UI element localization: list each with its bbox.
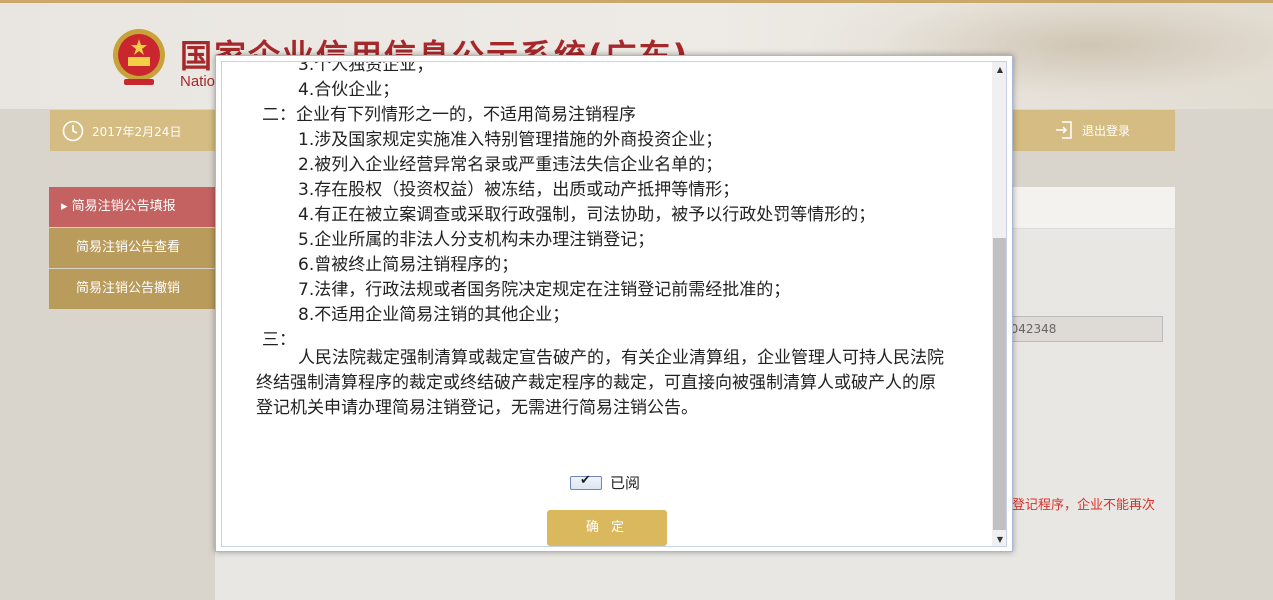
sidebar-menu: ▸ 简易注销公告填报 简易注销公告查看 简易注销公告撤销	[49, 187, 215, 310]
sidebar-item-announcement-revoke[interactable]: 简易注销公告撤销	[49, 269, 215, 309]
date-display: 2017年2月24日	[62, 120, 181, 142]
vertical-scrollbar[interactable]: ▲ ▼	[992, 62, 1006, 546]
notice-line: 3.存在股权（投资权益）被冻结，出质或动产抵押等情形；	[298, 180, 740, 200]
clock-icon	[62, 120, 84, 142]
sidebar-item-announcement-view[interactable]: 简易注销公告查看	[49, 228, 215, 268]
notice-line: 7.法律，行政法规或者国务院决定规定在注销登记前需经批准的；	[298, 280, 791, 300]
sidebar-item-label: 简易注销公告查看	[76, 240, 181, 255]
read-checkbox-label: 已阅	[610, 474, 641, 492]
dialog-body: 3.个人独资企业； 4.合伙企业； 二：企业有下列情形之一的，不适用简易注销程序…	[221, 61, 1007, 547]
site-subtitle: Natio	[180, 73, 216, 90]
active-arrow-icon: ▸	[61, 199, 68, 214]
scroll-up-arrow-icon[interactable]: ▲	[992, 62, 1006, 78]
notice-section-heading: 二：企业有下列情形之一的，不适用简易注销程序	[262, 105, 636, 125]
notice-line: 4.有正在被立案调查或采取行政强制，司法协助，被予以行政处罚等情形的；	[298, 205, 876, 225]
notice-line: 3.个人独资企业；	[298, 61, 434, 75]
sidebar-item-label: 简易注销公告撤销	[76, 281, 181, 296]
notice-dialog: 3.个人独资企业； 4.合伙企业； 二：企业有下列情形之一的，不适用简易注销程序…	[215, 55, 1013, 552]
notice-line: 4.合伙企业；	[298, 80, 400, 100]
warning-note: 登记程序，企业不能再次	[1012, 498, 1156, 513]
logout-label: 退出登录	[1082, 123, 1131, 138]
national-emblem-icon	[113, 29, 165, 85]
current-date: 2017年2月24日	[92, 124, 182, 139]
scrollbar-thumb[interactable]	[993, 238, 1006, 530]
read-confirm-row: ✔ 已阅	[570, 472, 640, 493]
notice-line: 2.被列入企业经营异常名录或严重违法失信企业名单的；	[298, 155, 723, 175]
dialog-scroll-content[interactable]: 3.个人独资企业； 4.合伙企业； 二：企业有下列情形之一的，不适用简易注销程序…	[222, 61, 992, 546]
notice-line: 8.不适用企业简易注销的其他企业；	[298, 305, 570, 325]
sidebar-item-announcement-fill[interactable]: ▸ 简易注销公告填报	[49, 187, 215, 227]
checkmark-icon: ✔	[580, 472, 591, 488]
confirm-button[interactable]: 确 定	[547, 510, 667, 546]
read-checkbox[interactable]: ✔	[570, 472, 602, 490]
scroll-down-arrow-icon[interactable]: ▼	[992, 532, 1006, 546]
logout-icon	[1056, 121, 1072, 139]
logout-button[interactable]: 退出登录	[1054, 120, 1130, 140]
notice-line: 5.企业所属的非法人分支机构未办理注销登记；	[298, 230, 655, 250]
notice-line: 1.涉及国家规定实施准入特别管理措施的外商投资企业；	[298, 130, 723, 150]
sidebar-item-label: 简易注销公告填报	[71, 199, 176, 214]
notice-paragraph: 人民法院裁定强制清算或裁定宣告破产的，有关企业清算组，企业管理人可持人民法院终结…	[256, 348, 944, 418]
registration-number-field[interactable]: 0042348	[1000, 316, 1163, 342]
notice-line: 6.曾被终止简易注销程序的；	[298, 255, 519, 275]
